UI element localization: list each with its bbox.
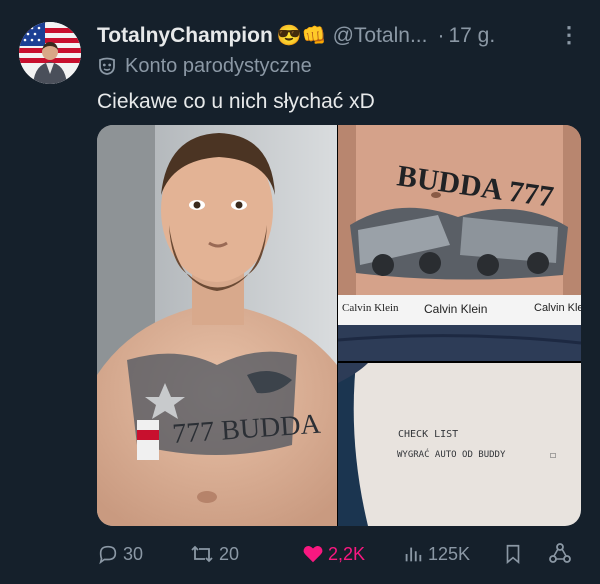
tweet-header: TotalnyChampion 😎👊 @Totaln... · 17 g. ⋮	[97, 22, 580, 50]
separator-dot: ·	[437, 24, 445, 47]
checklist-box: ☐	[550, 450, 556, 461]
user-handle[interactable]: @Totaln...	[333, 24, 428, 48]
views-count: 125K	[428, 543, 471, 564]
checklist-item: WYGRAĆ AUTO OD BUDDY	[397, 448, 506, 460]
avatar-image	[19, 22, 81, 84]
display-name[interactable]: TotalnyChampion	[97, 24, 273, 48]
photo-stomach-car-tattoo[interactable]: BUDDA 777 Calvin Klein Calvin Klein Calv…	[338, 125, 581, 361]
checklist-title: CHECK LIST	[398, 429, 458, 440]
avatar[interactable]	[19, 22, 81, 84]
parody-account-label: Konto parodystyczne	[97, 53, 312, 79]
reply-icon	[99, 545, 117, 565]
tweet-timestamp[interactable]: 17 g.	[448, 24, 495, 48]
repost-icon	[191, 545, 213, 563]
share-button[interactable]	[547, 540, 577, 568]
reply-button[interactable]: 30	[97, 540, 143, 568]
photo-man-chest-tattoo[interactable]: 777 BUDDA	[97, 125, 337, 526]
reply-count: 30	[123, 543, 144, 564]
heart-filled-icon	[303, 545, 323, 563]
media-grid: 777 BUDDA BUDDA 777 Calvin Klein Calvin …	[97, 125, 581, 526]
views-icon	[405, 547, 422, 562]
name-emojis: 😎👊	[276, 25, 327, 47]
repost-count: 20	[219, 543, 240, 564]
repost-button[interactable]: 20	[189, 540, 239, 568]
bookmark-button[interactable]	[502, 540, 528, 568]
action-bar: 30 20 2,2K 125K	[97, 540, 580, 568]
parody-label-text: Konto parodystyczne	[125, 54, 312, 77]
bookmark-icon	[506, 544, 520, 565]
waistband-brand-right: Calvin Klein	[534, 302, 581, 314]
share-icon	[549, 543, 571, 563]
like-count: 2,2K	[328, 543, 366, 564]
views-button[interactable]: 125K	[402, 540, 470, 568]
photo-checklist-tattoo[interactable]: CHECK LIST WYGRAĆ AUTO OD BUDDY ☐	[338, 363, 581, 526]
tweet-text: Ciekawe co u nich słychać xD	[97, 90, 375, 113]
mask-icon	[99, 57, 115, 75]
waistband-brand-center: Calvin Klein	[424, 302, 487, 316]
more-options-icon[interactable]: ⋮	[558, 22, 580, 48]
waistband-brand-left: Calvin Klein	[342, 302, 399, 314]
like-button[interactable]: 2,2K	[302, 540, 365, 568]
